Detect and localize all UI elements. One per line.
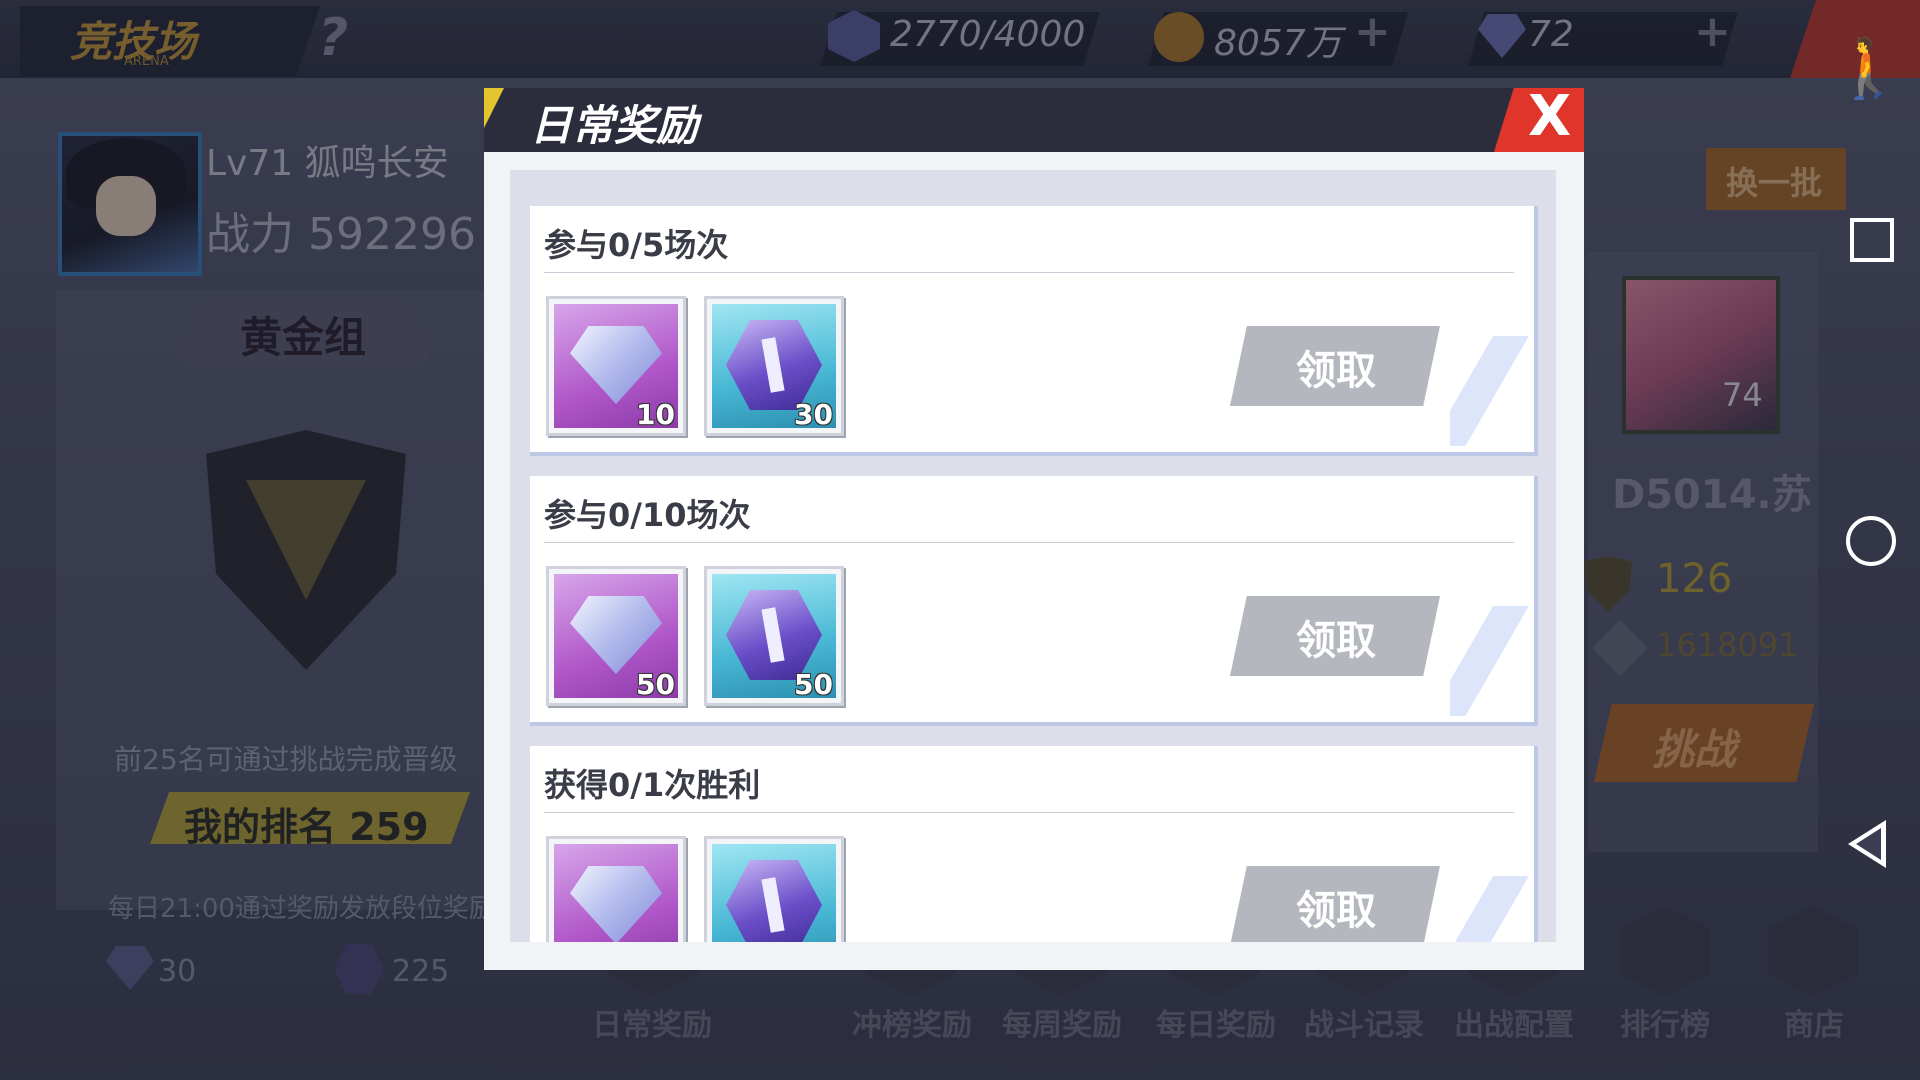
claim-button[interactable]: 领取 [1230, 326, 1440, 406]
claim-button[interactable]: 领取 [1230, 596, 1440, 676]
gem-reward-item[interactable]: 50 [546, 566, 686, 706]
divider [544, 812, 1514, 813]
item-quantity: 50 [794, 668, 833, 701]
gem-reward-bg [554, 844, 678, 942]
accessibility-icon[interactable]: 🚶 [1832, 34, 1904, 103]
item-quantity: 10 [636, 398, 675, 431]
decor-stripe [1450, 606, 1530, 716]
diamond-icon [570, 866, 662, 942]
claim-label: 领取 [1296, 618, 1376, 664]
back-icon-inner [1856, 828, 1881, 860]
arena-coin-reward-item[interactable]: 30 [704, 296, 844, 436]
gem-reward-item[interactable]: 10 [546, 296, 686, 436]
claim-label: 领取 [1296, 348, 1376, 394]
coin-reward-bg [712, 844, 836, 942]
arena-coin-reward-item[interactable]: 50 [704, 566, 844, 706]
diamond-icon [570, 596, 662, 674]
home-icon[interactable] [1846, 516, 1896, 566]
claim-button[interactable]: 领取 [1230, 866, 1440, 942]
gem-reward-item[interactable] [546, 836, 686, 942]
task-card: 参与0/5场次 10 30 领取 [530, 206, 1538, 456]
arena-coin-reward-item[interactable] [704, 836, 844, 942]
claim-label: 领取 [1296, 888, 1376, 934]
diamond-icon [570, 326, 662, 404]
item-quantity: 30 [794, 398, 833, 431]
task-title: 参与0/10场次 [544, 496, 751, 534]
task-card: 参与0/10场次 50 50 领取 [530, 476, 1538, 726]
decor-stripe [1450, 876, 1530, 942]
close-icon: X [1528, 84, 1572, 149]
task-title: 获得0/1次胜利 [544, 766, 761, 804]
item-quantity: 50 [636, 668, 675, 701]
task-card: 获得0/1次胜利 领取 [530, 746, 1538, 942]
reward-task-list[interactable]: 参与0/5场次 10 30 领取 参与0/10场次 50 50 领取 获得0/1… [510, 170, 1556, 942]
divider [544, 272, 1514, 273]
divider [544, 542, 1514, 543]
recent-apps-icon[interactable] [1850, 218, 1894, 262]
dialog-title: 日常奖励 [530, 101, 699, 150]
decor-stripe [1450, 336, 1530, 446]
task-title: 参与0/5场次 [544, 226, 729, 264]
